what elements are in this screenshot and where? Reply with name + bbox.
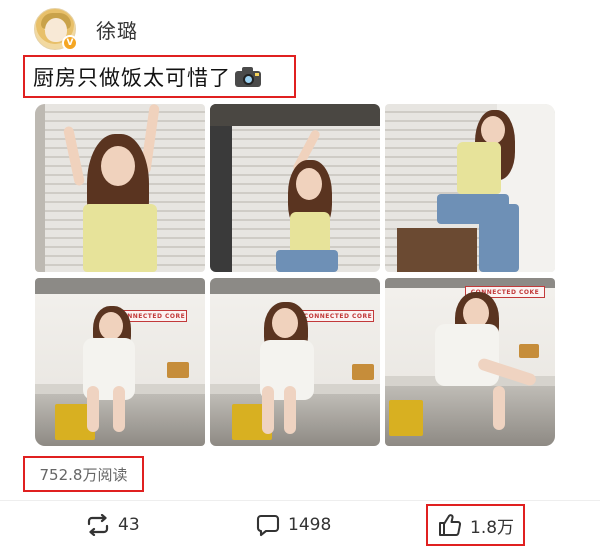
photo-1[interactable] — [35, 104, 205, 272]
avatar[interactable]: V — [34, 8, 78, 51]
repost-button[interactable]: 43 — [86, 503, 140, 547]
photo-grid: CONNECTED CORE CONNECTED CORE CONNECTED … — [35, 104, 555, 448]
photo-3[interactable] — [385, 104, 555, 272]
photo-4[interactable]: CONNECTED CORE — [35, 278, 205, 446]
divider — [0, 500, 600, 501]
comment-icon — [256, 514, 280, 537]
read-count: 752.8万阅读 — [39, 465, 128, 484]
comment-count: 1498 — [288, 515, 332, 535]
photo-2[interactable] — [210, 104, 380, 272]
post-header: V 徐璐 — [34, 8, 138, 51]
like-count: 1.8万 — [470, 517, 515, 538]
post-title: 厨房只做饭太可惜了 — [33, 65, 231, 90]
photo-6[interactable]: CONNECTED COKE — [385, 278, 555, 446]
camera-icon — [235, 66, 261, 87]
repost-count: 43 — [118, 515, 140, 535]
photo-5-sign: CONNECTED CORE — [302, 310, 374, 322]
read-count-highlight: 752.8万阅读 — [23, 456, 144, 492]
thumbs-up-icon — [439, 514, 462, 536]
action-bar: 43 1498 1.8万 — [0, 503, 600, 548]
comment-button[interactable]: 1498 — [256, 503, 331, 547]
like-button[interactable]: 1.8万 — [426, 504, 525, 546]
repost-icon — [87, 514, 109, 536]
verified-badge-icon: V — [62, 35, 78, 51]
post-title-highlight: 厨房只做饭太可惜了 — [23, 55, 296, 98]
photo-5[interactable]: CONNECTED CORE — [210, 278, 380, 446]
username[interactable]: 徐璐 — [96, 15, 138, 44]
